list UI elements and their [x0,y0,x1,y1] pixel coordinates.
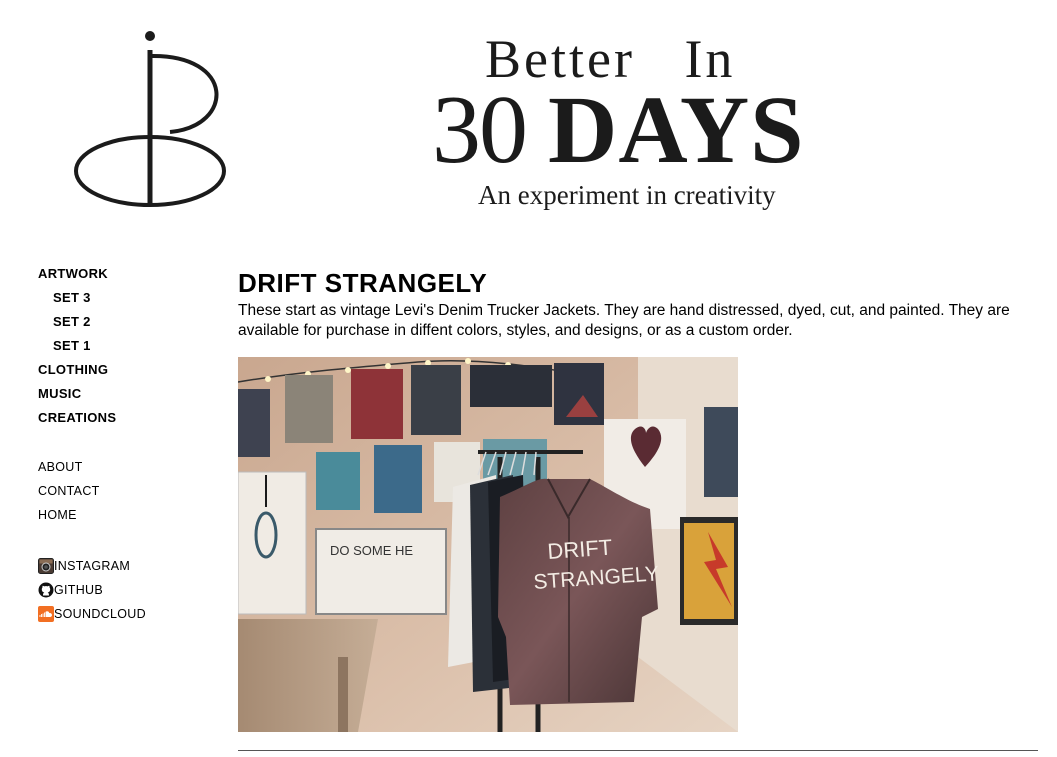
main-content: DRIFT STRANGELY These start as vintage L… [238,267,1038,751]
page: Better In 30 DAYS An experiment in creati… [0,0,1057,757]
nav-home[interactable]: HOME [38,505,208,529]
board-text: DO SOME HE [330,543,413,558]
soundcloud-icon [38,606,54,622]
product-photo[interactable]: DO SOME HE DRIFT STRANGELY [238,357,738,732]
banner-line2: 30 DAYS [432,74,805,186]
social-github-label: GITHUB [54,583,104,597]
banner-number: 30 [432,76,528,184]
sidebar-nav: ARTWORK SET 3 SET 2 SET 1 CLOTHING MUSIC… [38,264,208,626]
nav-set-1[interactable]: SET 1 [38,336,208,360]
nav-set-3[interactable]: SET 3 [38,288,208,312]
instagram-icon [38,558,54,574]
github-icon [38,582,54,598]
social-github-link[interactable]: GITHUB [38,578,208,602]
page-description: These start as vintage Levi's Denim Truc… [238,302,1010,339]
banner-days: DAYS [548,76,805,183]
nav-about[interactable]: ABOUT [38,457,208,481]
nav-clothing[interactable]: CLOTHING [38,360,208,384]
site-banner[interactable]: Better In 30 DAYS An experiment in creati… [420,28,840,218]
nav-music[interactable]: MUSIC [38,384,208,408]
nav-set-2[interactable]: SET 2 [38,312,208,336]
page-title: DRIFT STRANGELY [238,268,488,298]
site-logo[interactable] [70,26,235,211]
social-soundcloud-link[interactable]: SOUNDCLOUD [38,602,208,626]
banner-tagline: An experiment in creativity [478,180,776,210]
social-instagram-label: INSTAGRAM [54,559,131,573]
nav-creations[interactable]: CREATIONS [38,408,208,432]
vest-text-line1: DRIFT [547,535,613,564]
social-soundcloud-label: SOUNDCLOUD [54,607,146,621]
content-divider [238,750,1038,751]
social-instagram-link[interactable]: INSTAGRAM [38,554,208,578]
nav-artwork[interactable]: ARTWORK [38,264,208,288]
nav-contact[interactable]: CONTACT [38,481,208,505]
